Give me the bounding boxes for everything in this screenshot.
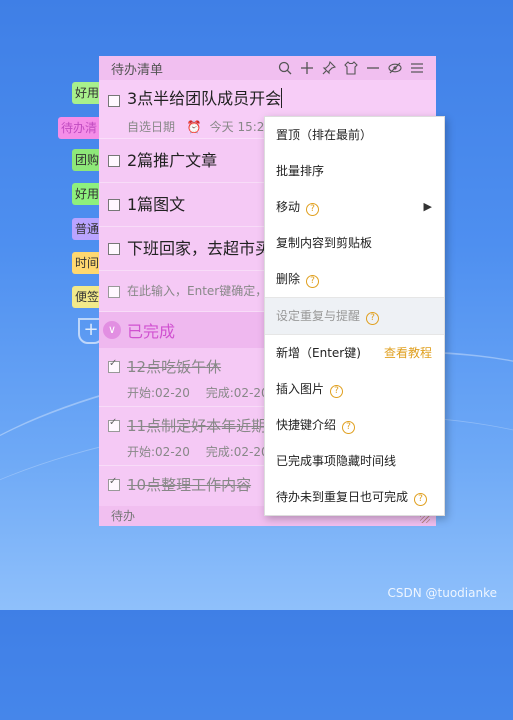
- completed-section-title: 已完成: [127, 322, 176, 341]
- task-reminder-time[interactable]: 今天 15:25: [210, 120, 272, 134]
- task-checkbox: [108, 286, 120, 298]
- menu-item-complete-before-repeat[interactable]: 待办未到重复日也可完成?: [265, 479, 444, 515]
- task-checkbox[interactable]: [108, 155, 120, 167]
- help-icon[interactable]: ?: [306, 275, 320, 288]
- help-icon[interactable]: ?: [330, 385, 344, 398]
- watermark: CSDN @tuodianke: [387, 586, 498, 600]
- help-icon[interactable]: ?: [366, 312, 380, 325]
- task-start-date: 开始:02-20: [127, 445, 190, 459]
- alarm-clock-icon[interactable]: ⏰: [187, 120, 202, 134]
- context-menu: 置顶（排在最前） 批量排序 移动? ▶ 复制内容到剪贴板 删除? 设定重复与提醒…: [264, 116, 445, 516]
- eye-off-icon[interactable]: [384, 59, 406, 77]
- menu-item-label: 待办未到重复日也可完成: [276, 490, 409, 504]
- task-text[interactable]: 2篇推广文章: [127, 151, 217, 170]
- menu-item-label: 移动: [276, 200, 301, 214]
- menu-item-label: 新增（Enter键): [276, 346, 361, 360]
- menu-item-move[interactable]: 移动? ▶: [265, 189, 444, 225]
- task-checkbox[interactable]: [108, 199, 120, 211]
- menu-item-insert-image[interactable]: 插入图片?: [265, 371, 444, 407]
- menu-item-label: 快捷键介绍: [276, 418, 337, 432]
- menu-item-hide-timeline[interactable]: 已完成事项隐藏时间线: [265, 443, 444, 479]
- shirt-icon[interactable]: [340, 59, 362, 77]
- task-text[interactable]: 3点半给团队成员开会: [127, 89, 281, 108]
- task-text[interactable]: 下班回家，去超市买: [127, 239, 271, 258]
- menu-item-shortcuts[interactable]: 快捷键介绍?: [265, 407, 444, 443]
- menu-item-new[interactable]: 新增（Enter键) 查看教程: [265, 335, 444, 371]
- minimize-icon[interactable]: [362, 59, 384, 77]
- menu-item-label: 删除: [276, 272, 301, 286]
- menu-item-delete[interactable]: 删除?: [265, 261, 444, 297]
- menu-item-label: 复制内容到剪贴板: [276, 236, 373, 250]
- menu-item-repeat-reminder[interactable]: 设定重复与提醒?: [265, 298, 444, 334]
- chevron-down-icon[interactable]: ∨: [103, 321, 121, 339]
- help-icon[interactable]: ?: [414, 493, 428, 506]
- task-start-date: 开始:02-20: [127, 386, 190, 400]
- task-date-picker[interactable]: 自选日期: [127, 120, 175, 134]
- task-text[interactable]: 1篇图文: [127, 195, 185, 214]
- task-complete-date: 完成:02-20: [205, 445, 269, 459]
- menu-item-label: 插入图片: [276, 382, 325, 396]
- menu-item-label: 设定重复与提醒: [276, 309, 361, 323]
- text-cursor: [281, 88, 283, 108]
- menu-item-copy[interactable]: 复制内容到剪贴板: [265, 225, 444, 261]
- task-complete-date: 完成:02-20: [205, 386, 269, 400]
- help-icon[interactable]: ?: [342, 421, 356, 434]
- title-bar: 待办清单: [99, 56, 436, 80]
- task-checkbox-checked[interactable]: [108, 476, 120, 491]
- pin-icon[interactable]: [318, 59, 340, 77]
- menu-item-label: 批量排序: [276, 164, 325, 178]
- search-icon[interactable]: [274, 59, 296, 77]
- new-task-input[interactable]: 在此输入，Enter键确定，: [127, 284, 267, 298]
- task-checkbox-checked[interactable]: [108, 417, 120, 432]
- menu-item-label: 置顶（排在最前）: [276, 128, 373, 142]
- task-checkbox[interactable]: [108, 243, 120, 255]
- menu-item-pin-top[interactable]: 置顶（排在最前）: [265, 117, 444, 153]
- menu-item-label: 已完成事项隐藏时间线: [276, 454, 397, 468]
- submenu-arrow-icon: ▶: [423, 200, 432, 213]
- help-icon[interactable]: ?: [306, 203, 320, 216]
- task-checkbox[interactable]: [108, 95, 120, 107]
- plus-icon[interactable]: [296, 59, 318, 77]
- tag-tab-active[interactable]: 待办清: [58, 117, 105, 139]
- window-title: 待办清单: [111, 62, 164, 78]
- task-checkbox-checked[interactable]: [108, 358, 120, 373]
- footer-label: 待办: [111, 509, 136, 523]
- menu-item-batch-sort[interactable]: 批量排序: [265, 153, 444, 189]
- view-tutorial-link[interactable]: 查看教程: [384, 335, 432, 371]
- menu-icon[interactable]: [406, 59, 428, 77]
